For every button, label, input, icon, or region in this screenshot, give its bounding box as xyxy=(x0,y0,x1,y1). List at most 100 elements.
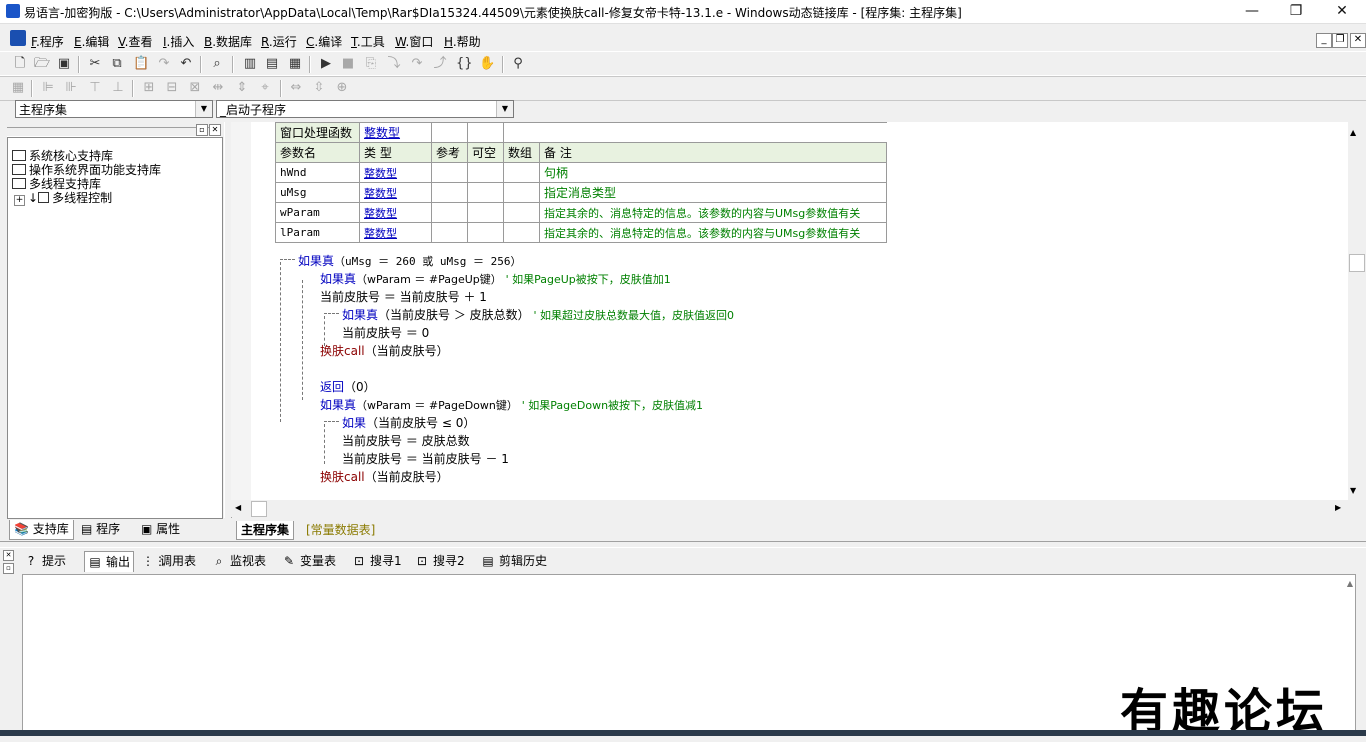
table-row[interactable]: wParam 整数型 指定其余的、消息特定的信息。该参数的内容与UMsg参数值有… xyxy=(275,202,887,223)
save-icon[interactable]: ▣ xyxy=(56,56,72,72)
param-name-cell[interactable]: lParam xyxy=(275,222,360,243)
align-top-icon[interactable]: ⊤ xyxy=(87,80,103,96)
array-cell[interactable] xyxy=(503,222,540,243)
param-type-cell[interactable]: 整数型 xyxy=(359,182,432,203)
array-cell[interactable] xyxy=(503,182,540,203)
close-button[interactable]: ✕ xyxy=(1319,0,1365,22)
tab-variable-table[interactable]: ✎ 变量表 xyxy=(282,551,336,571)
horizontal-scrollbar[interactable]: ◀ ▶ xyxy=(231,500,1348,517)
code-line[interactable]: 如果真（uMsg ＝ 260 或 uMsg ＝ 256） xyxy=(298,252,521,269)
panel-grip[interactable] xyxy=(7,127,221,137)
menu-tools[interactable]: T.工具 xyxy=(351,33,385,50)
code-line[interactable]: 如果真（wParam ＝ #PageDown键） ' 如果PageDown被按下… xyxy=(320,396,703,413)
scroll-down-icon[interactable]: ▼ xyxy=(1350,486,1356,495)
mdi-restore-button[interactable]: ❐ xyxy=(1332,33,1348,48)
scroll-up-icon[interactable]: ▲ xyxy=(1350,128,1356,137)
tab-main-module[interactable]: 主程序集 xyxy=(236,521,295,540)
menu-window[interactable]: W.窗口 xyxy=(395,33,433,50)
param-note-cell[interactable]: 指定其余的、消息特定的信息。该参数的内容与UMsg参数值有关 xyxy=(539,222,887,243)
code-line[interactable]: 当前皮肤号 ＝ 当前皮肤号 ＋ 1 xyxy=(320,288,487,305)
code-line[interactable]: 换肤call（当前皮肤号） xyxy=(320,468,449,485)
step-into-icon[interactable]: ⤵ xyxy=(386,56,402,72)
paste-icon[interactable]: 📋 xyxy=(133,56,149,72)
param-type-cell[interactable]: 整数型 xyxy=(359,162,432,183)
pane-divider[interactable] xyxy=(0,541,1366,548)
function-type-cell[interactable]: 整数型 xyxy=(359,122,432,143)
tab-constant-table[interactable]: [常量数据表] xyxy=(306,521,375,539)
tab-output[interactable]: ▤ 输出 xyxy=(84,551,135,572)
same-height-icon[interactable]: ⊟ xyxy=(164,80,180,96)
binoculars-icon[interactable]: ⚲ xyxy=(510,56,526,72)
nullable-cell[interactable] xyxy=(467,222,504,243)
menu-database[interactable]: B.数据库 xyxy=(204,33,252,50)
param-note-cell[interactable]: 句柄 xyxy=(539,162,887,183)
menu-program[interactable]: F.程序 xyxy=(31,33,64,50)
table-row[interactable]: hWnd 整数型 句柄 xyxy=(275,162,887,183)
find-icon[interactable]: ⌕ xyxy=(209,56,225,72)
step-over-icon[interactable]: ↷ xyxy=(409,56,425,72)
scroll-thumb[interactable] xyxy=(251,501,267,517)
tree-item-subnode[interactable]: + ↓ 多线程控制 xyxy=(14,189,112,206)
menu-help[interactable]: H.帮助 xyxy=(444,33,481,50)
debug1-icon[interactable]: ⎘ xyxy=(363,56,379,72)
nullable-cell[interactable] xyxy=(467,182,504,203)
code-line[interactable]: 当前皮肤号 ＝ 皮肤总数 xyxy=(342,432,470,449)
code-editor[interactable]: 窗口处理函数 整数型 参数名 类 型 参考 可空 数组 备 注 hWnd 整数型… xyxy=(251,122,1348,500)
function-name-cell[interactable]: 窗口处理函数 xyxy=(275,122,360,143)
center-icon[interactable]: ⌖ xyxy=(257,80,273,96)
ref-cell[interactable] xyxy=(431,162,468,183)
align-bottom-icon[interactable]: ⊥ xyxy=(110,80,126,96)
code-line[interactable]: 如果真（wParam ＝ #PageUp键） ' 如果PageUp被按下，皮肤值… xyxy=(320,270,671,287)
redo-icon[interactable]: ↷ xyxy=(156,56,172,72)
same-width-icon[interactable]: ⊞ xyxy=(141,80,157,96)
expand-plus-icon[interactable]: + xyxy=(14,195,25,206)
code-line[interactable]: 返回（0） xyxy=(320,378,376,395)
scroll-right-icon[interactable]: ▶ xyxy=(1335,503,1341,512)
code-line[interactable]: 当前皮肤号 ＝ 当前皮肤号 － 1 xyxy=(342,450,509,467)
scroll-thumb[interactable] xyxy=(1349,254,1365,272)
scroll-left-icon[interactable]: ◀ xyxy=(235,503,241,512)
panel-restore-button[interactable]: ▫ xyxy=(196,124,208,136)
array-cell[interactable] xyxy=(503,162,540,183)
menu-edit[interactable]: E.编辑 xyxy=(74,33,109,50)
output-close-button[interactable]: ✕ xyxy=(3,550,14,561)
param-note-cell[interactable]: 指定其余的、消息特定的信息。该参数的内容与UMsg参数值有关 xyxy=(539,202,887,223)
same-size-icon[interactable]: ⊠ xyxy=(187,80,203,96)
nullable-cell[interactable] xyxy=(467,202,504,223)
menu-insert[interactable]: I.插入 xyxy=(163,33,194,50)
code-line[interactable]: 当前皮肤号 ＝ 0 xyxy=(342,324,429,341)
param-type-cell[interactable]: 整数型 xyxy=(359,222,432,243)
mdi-close-button[interactable]: ✕ xyxy=(1350,33,1366,48)
new-file-icon[interactable]: 🗋 xyxy=(12,56,28,72)
layout3-icon[interactable]: ▦ xyxy=(287,56,303,72)
layout2-icon[interactable]: ▤ xyxy=(264,56,280,72)
table-row[interactable]: lParam 整数型 指定其余的、消息特定的信息。该参数的内容与UMsg参数值有… xyxy=(275,222,887,243)
tab-program[interactable]: ▤ 程序 xyxy=(77,520,124,539)
table-row[interactable]: uMsg 整数型 指定消息类型 xyxy=(275,182,887,203)
param-name-cell[interactable]: hWnd xyxy=(275,162,360,183)
tab-hint[interactable]: ? 提示 xyxy=(24,551,66,571)
vertical-scrollbar[interactable]: ▲ ▼ xyxy=(1348,122,1365,500)
undo-icon[interactable]: ↶ xyxy=(178,56,194,72)
code-line[interactable]: 换肤call（当前皮肤号） xyxy=(320,342,449,359)
open-folder-icon[interactable]: 🗁 xyxy=(34,56,50,72)
tab-clip-history[interactable]: ▤ 剪辑历史 xyxy=(481,551,547,571)
center-both-icon[interactable]: ⊕ xyxy=(334,80,350,96)
run-icon[interactable]: ▶ xyxy=(318,56,334,72)
align-right-icon[interactable]: ⊪ xyxy=(63,80,79,96)
maximize-button[interactable]: ❐ xyxy=(1273,0,1319,22)
param-name-cell[interactable]: wParam xyxy=(275,202,360,223)
chevron-down-icon[interactable]: ▼ xyxy=(195,101,212,117)
v-space-icon[interactable]: ⇕ xyxy=(234,80,250,96)
h-center-icon[interactable]: ⇔ xyxy=(288,80,304,96)
h-space-icon[interactable]: ⇹ xyxy=(210,80,226,96)
nullable-cell[interactable] xyxy=(467,162,504,183)
tab-properties[interactable]: ▣ 属性 xyxy=(137,520,184,539)
subroutine-combo[interactable]: _启动子程序 ▼ xyxy=(216,100,514,118)
minimize-button[interactable]: — xyxy=(1229,0,1275,22)
menu-compile[interactable]: C.编译 xyxy=(306,33,342,50)
braces-icon[interactable]: {} xyxy=(456,56,473,72)
layout1-icon[interactable]: ▥ xyxy=(242,56,258,72)
param-name-cell[interactable]: uMsg xyxy=(275,182,360,203)
scroll-up-icon[interactable]: ▲ xyxy=(1347,579,1353,588)
